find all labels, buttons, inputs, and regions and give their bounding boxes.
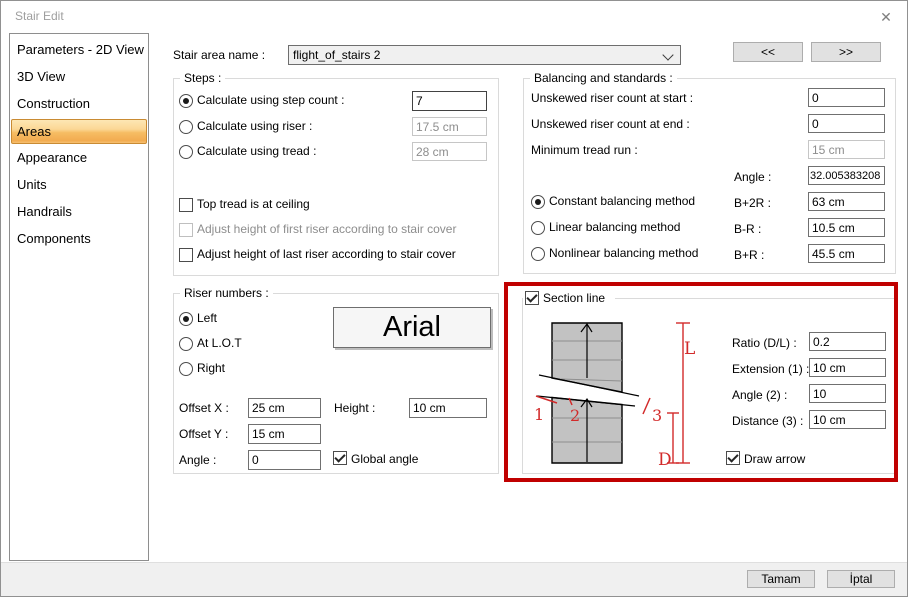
distance-label: Distance (3) : (732, 414, 804, 428)
draw-arrow-checkbox[interactable] (726, 451, 740, 465)
offset-y-label: Offset Y : (179, 427, 229, 441)
b-plus-r-input[interactable] (808, 244, 885, 263)
section-angle-label: Angle (2) : (732, 388, 788, 402)
riser-left-radio[interactable] (179, 312, 193, 326)
marker-3-label: 3 (652, 406, 662, 425)
dimension-D-label: D (658, 450, 672, 470)
riser-at-lot-radio[interactable] (179, 337, 193, 351)
adjust-last-riser-checkbox[interactable] (179, 248, 193, 262)
minimum-tread-run-input (808, 140, 885, 159)
unskewed-end-input[interactable] (808, 114, 885, 133)
linear-balancing-label: Linear balancing method (549, 220, 681, 234)
sidebar-item-parameters-2d-view[interactable]: Parameters - 2D View (12, 38, 149, 61)
b-minus-r-label: B-R : (734, 222, 762, 236)
sidebar-item-3d-view[interactable]: 3D View (12, 65, 149, 88)
global-angle-label: Global angle (351, 452, 419, 466)
height-input[interactable] (409, 398, 487, 418)
ok-button[interactable]: Tamam (747, 570, 815, 588)
sidebar-item-areas[interactable]: Areas (11, 119, 147, 144)
constant-balancing-radio[interactable] (531, 195, 545, 209)
calculate-step-count-label: Calculate using step count : (197, 93, 345, 107)
stair-edit-dialog: Stair Edit ✕ Parameters - 2D View 3D Vie… (0, 0, 908, 597)
riser-angle-input[interactable] (248, 450, 321, 470)
marker-2-label: 2 (570, 406, 580, 425)
marker-1-label: 1 (534, 405, 544, 424)
stair-area-name-value: flight_of_stairs 2 (293, 48, 381, 62)
riser-input (412, 117, 487, 136)
section-angle-input[interactable] (809, 384, 886, 403)
angle-label: Angle : (734, 170, 772, 184)
b-plus-2r-input[interactable] (808, 192, 885, 211)
calculate-tread-label: Calculate using tread : (197, 144, 317, 158)
extension-label: Extension (1) : (732, 362, 810, 376)
constant-balancing-label: Constant balancing method (549, 194, 696, 208)
offset-x-label: Offset X : (179, 401, 229, 415)
riser-right-label: Right (197, 361, 226, 375)
height-label: Height : (334, 401, 376, 415)
riser-left-label: Left (197, 311, 218, 325)
dimension-L-label: L (684, 339, 695, 359)
close-icon[interactable]: ✕ (873, 5, 899, 29)
top-tread-ceiling-label: Top tread is at ceiling (197, 197, 310, 211)
adjust-first-riser-label: Adjust height of first riser according t… (197, 222, 457, 236)
draw-arrow-label: Draw arrow (744, 452, 806, 466)
nonlinear-balancing-label: Nonlinear balancing method (549, 246, 699, 260)
extension-input[interactable] (809, 358, 886, 377)
calculate-riser-radio[interactable] (179, 120, 193, 134)
unskewed-start-label: Unskewed riser count at start : (531, 91, 694, 105)
top-tread-ceiling-checkbox[interactable] (179, 198, 193, 212)
riser-numbers-group-legend: Riser numbers : (180, 286, 273, 301)
font-select-button[interactable]: Arial (333, 307, 491, 348)
stair-area-name-select[interactable]: flight_of_stairs 2 (288, 45, 681, 65)
calculate-riser-label: Calculate using riser : (197, 119, 313, 133)
minimum-tread-run-label: Minimum tread run : (531, 143, 638, 157)
riser-angle-label: Angle : (179, 453, 217, 467)
distance-marker-slash (642, 397, 651, 415)
step-count-input[interactable] (412, 91, 487, 111)
riser-right-radio[interactable] (179, 362, 193, 376)
chevron-down-icon (662, 49, 674, 61)
sidebar-item-units[interactable]: Units (12, 173, 149, 196)
b-plus-r-label: B+R : (734, 248, 765, 262)
balancing-group-legend: Balancing and standards : (530, 71, 677, 86)
sidebar-item-components[interactable]: Components (12, 227, 149, 250)
global-angle-checkbox[interactable] (333, 451, 347, 465)
distance-input[interactable] (809, 410, 886, 429)
nonlinear-balancing-radio[interactable] (531, 247, 545, 261)
linear-balancing-radio[interactable] (531, 221, 545, 235)
riser-at-lot-label: At L.O.T (197, 336, 242, 350)
window-title: Stair Edit (15, 9, 64, 23)
tread-input (412, 142, 487, 161)
calculate-step-count-radio[interactable] (179, 94, 193, 108)
adjust-last-riser-label: Adjust height of last riser according to… (197, 247, 456, 261)
b-plus-2r-label: B+2R : (734, 196, 772, 210)
offset-y-input[interactable] (248, 424, 321, 444)
steps-group-legend: Steps : (180, 71, 226, 86)
sidebar-item-handrails[interactable]: Handrails (12, 200, 149, 223)
section-diagram: 1 2 3 L D (534, 322, 695, 470)
unskewed-end-label: Unskewed riser count at end : (531, 117, 690, 131)
ratio-input[interactable] (809, 332, 886, 351)
calculate-tread-radio[interactable] (179, 145, 193, 159)
stair-area-name-label: Stair area name : (173, 48, 266, 62)
sidebar: Parameters - 2D View 3D View Constructio… (9, 33, 149, 561)
cancel-button[interactable]: İptal (827, 570, 895, 588)
sidebar-item-appearance[interactable]: Appearance (12, 146, 149, 169)
b-minus-r-input[interactable] (808, 218, 885, 237)
next-area-button[interactable]: >> (811, 42, 881, 62)
unskewed-start-input[interactable] (808, 88, 885, 107)
ratio-label: Ratio (D/L) : (732, 336, 797, 350)
sidebar-item-construction[interactable]: Construction (12, 92, 149, 115)
offset-x-input[interactable] (248, 398, 321, 418)
previous-area-button[interactable]: << (733, 42, 803, 62)
angle-input[interactable] (808, 166, 885, 185)
adjust-first-riser-checkbox (179, 223, 193, 237)
